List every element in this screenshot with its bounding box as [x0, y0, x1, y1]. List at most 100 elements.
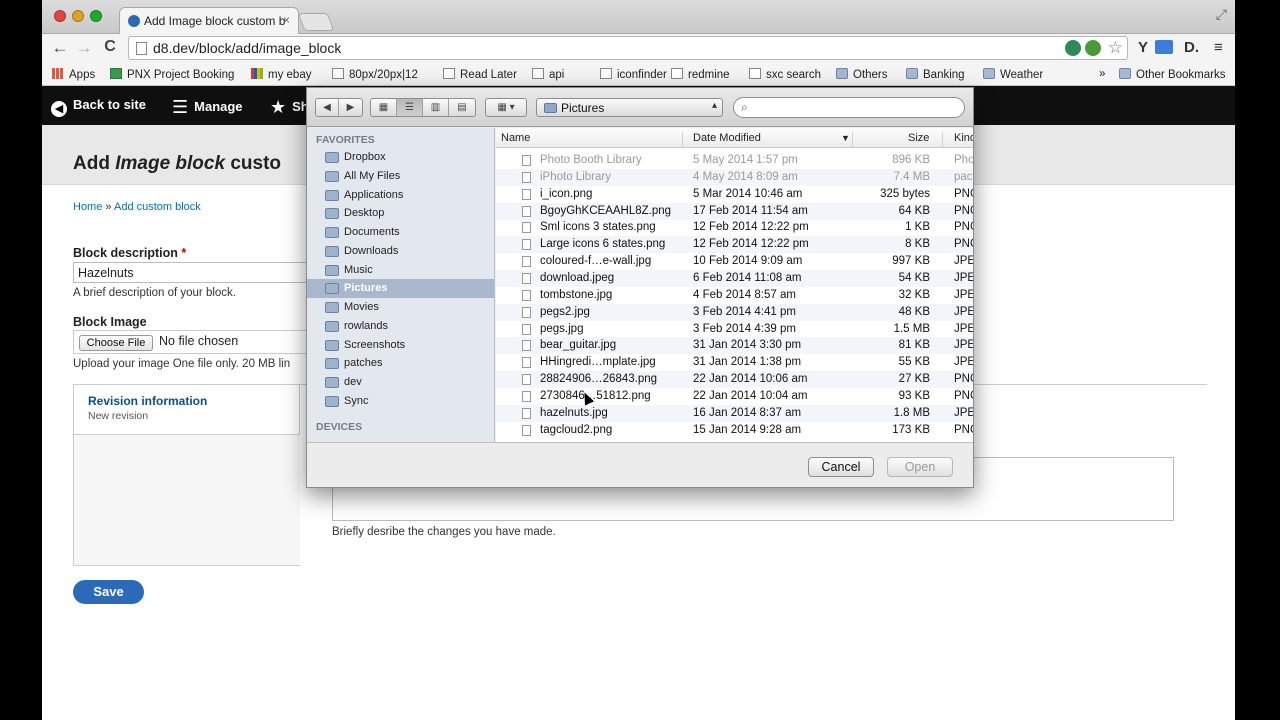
bookmark-item[interactable]: iconfinder [600, 68, 667, 81]
bookmark-item[interactable]: Banking [906, 68, 965, 81]
size-column-header[interactable]: Size [908, 132, 929, 144]
file-row[interactable]: 2730846…51812.png 22 Jan 2014 10:04 am 93 … [496, 388, 973, 405]
sidebar-item[interactable]: Documents [307, 223, 494, 242]
file-row[interactable]: Sml icons 3 states.png 12 Feb 2014 12:22 … [496, 219, 973, 236]
save-button[interactable]: Save [73, 580, 144, 604]
shortcuts-link[interactable]: ★ Sh [270, 97, 309, 118]
back-icon[interactable]: ◀ [316, 99, 339, 116]
file-date: 4 Feb 2014 8:57 am [693, 288, 796, 301]
bookmark-item[interactable]: Apps [52, 68, 95, 81]
file-row[interactable]: Photo Booth Library 5 May 2014 1:57 pm 896… [496, 152, 973, 169]
sidebar-item[interactable]: Screenshots [307, 336, 494, 355]
other-bookmarks-label: Other Bookmarks [1136, 69, 1226, 81]
icon-view-icon[interactable]: ▦ [371, 99, 397, 116]
bookmark-item[interactable]: api [532, 68, 564, 81]
bookmark-item[interactable]: sxc search [749, 68, 821, 81]
folder-icon [325, 264, 339, 276]
d-extension-icon[interactable]: D. [1184, 39, 1199, 56]
manage-link[interactable]: ☰ Manage [172, 97, 243, 118]
file-row[interactable]: download.jpeg 6 Feb 2014 11:08 am 54 KB JPE… [496, 269, 973, 287]
column-view-icon[interactable]: ▥ [423, 99, 449, 116]
file-list: Name Date Modified ▼ Size Kind Photo Boo… [496, 128, 973, 442]
back-to-site-link[interactable]: ◀ Back to site [51, 97, 146, 117]
location-popup[interactable]: Pictures ▴ [536, 98, 723, 117]
sidebar-item[interactable]: Dropbox [307, 148, 494, 167]
kind-column-header[interactable]: Kind [954, 132, 973, 144]
file-row[interactable]: 28824906…26843.png 22 Jan 2014 10:06 am 27… [496, 371, 973, 389]
cancel-button[interactable]: Cancel [808, 457, 874, 477]
bookmark-item[interactable]: my ebay [251, 68, 311, 81]
arrange-button[interactable]: ▦ ▾ [485, 98, 527, 117]
fullscreen-icon[interactable]: ⤢ [1216, 6, 1227, 23]
screen-extension-icon[interactable] [1155, 40, 1173, 54]
file-row[interactable]: bear_guitar.jpg 31 Jan 2014 3:30 pm 81 KB J… [496, 337, 973, 355]
list-view-icon[interactable]: ☰ [397, 99, 423, 116]
sidebar-item[interactable]: All My Files [307, 167, 494, 186]
bookmark-item[interactable]: redmine [671, 68, 730, 81]
folder-icon [325, 283, 339, 295]
sync-extension-icon[interactable] [1065, 40, 1081, 56]
search-input[interactable]: ⌕ [733, 97, 965, 118]
block-description-input[interactable]: Hazelnuts [73, 262, 313, 283]
url-text: d8.dev/block/add/image_block [153, 40, 342, 56]
y-extension-icon[interactable]: Y [1138, 39, 1148, 56]
sidebar-item[interactable]: rowlands [307, 317, 494, 336]
file-name: Photo Booth Library [540, 154, 642, 166]
new-tab-button[interactable] [297, 13, 335, 31]
coverflow-view-icon[interactable]: ▤ [449, 99, 475, 116]
file-row[interactable]: iPhoto Library 4 May 2014 8:09 am 7.4 MB pa… [496, 168, 973, 186]
other-bookmarks-folder[interactable]: Other Bookmarks [1119, 68, 1225, 81]
address-bar[interactable]: d8.dev/block/add/image_block ☆ [128, 36, 1128, 60]
file-row[interactable]: pegs.jpg 3 Feb 2014 4:39 pm 1.5 MB JPEC [496, 321, 973, 338]
bookmark-item[interactable]: Weather [983, 68, 1043, 81]
forward-arrow-icon[interactable]: → [74, 38, 94, 58]
file-row[interactable]: tagcloud2.png 15 Jan 2014 9:28 am 173 KB PN… [496, 422, 973, 439]
choose-file-button[interactable]: Choose File [79, 335, 153, 351]
star-icon: ★ [270, 97, 287, 117]
sidebar-item[interactable]: Pictures [307, 279, 494, 299]
file-row[interactable]: pegs2.jpg 3 Feb 2014 4:41 pm 48 KB JPEC [496, 303, 973, 321]
sidebar-item[interactable]: Downloads [307, 242, 494, 261]
back-forward-segment[interactable]: ◀ ▶ [315, 98, 363, 117]
browser-tab[interactable]: Add Image block custom b × [119, 7, 299, 34]
menu-icon[interactable]: ≡ [1214, 39, 1223, 56]
sidebar-item[interactable]: Desktop [307, 204, 494, 223]
sidebar-item[interactable]: Applications [307, 186, 494, 205]
open-button[interactable]: Open [887, 457, 953, 477]
bookmark-label: iconfinder [617, 69, 667, 81]
bookmark-item[interactable]: 80px/20px|12 [332, 68, 418, 81]
file-row[interactable]: i_icon.png 5 Mar 2014 10:46 am 325 bytes PN… [496, 186, 973, 203]
sidebar-item[interactable]: Movies [307, 298, 494, 317]
file-size: 1.5 MB [893, 322, 930, 335]
tab-close-icon[interactable]: × [283, 13, 290, 27]
gear-extension-icon[interactable] [1085, 40, 1101, 56]
bookmarks-overflow-button[interactable]: » [1099, 68, 1105, 80]
minimize-window-button[interactable] [72, 10, 84, 22]
sidebar-item[interactable]: patches [307, 354, 494, 373]
close-window-button[interactable] [54, 10, 66, 22]
file-row[interactable]: tombstone.jpg 4 Feb 2014 8:57 am 32 KB JPEC [496, 287, 973, 304]
bookmark-item[interactable]: PNX Project Booking [110, 68, 234, 81]
breadcrumb-current-link[interactable]: Add custom block [114, 201, 201, 213]
bookmark-item[interactable]: Others [836, 68, 888, 81]
file-row[interactable]: hazelnuts.jpg 16 Jan 2014 8:37 am 1.8 MB JP… [496, 404, 973, 422]
zoom-window-button[interactable] [90, 10, 102, 22]
forward-icon[interactable]: ▶ [339, 99, 362, 116]
breadcrumb-home-link[interactable]: Home [73, 201, 102, 213]
file-row[interactable]: BgoyGhKCEAAHL8Z.png 17 Feb 2014 11:54 am 6… [496, 202, 973, 220]
file-row[interactable]: HHingredi…mplate.jpg 31 Jan 2014 1:38 pm 5… [496, 354, 973, 371]
date-column-header[interactable]: Date Modified [693, 132, 761, 144]
back-arrow-icon[interactable]: ← [50, 38, 70, 58]
file-row[interactable]: coloured-f…e-wall.jpg 10 Feb 2014 9:09 am… [496, 253, 973, 270]
file-kind: JPEC [954, 288, 973, 301]
name-column-header[interactable]: Name [501, 132, 530, 144]
sidebar-item[interactable]: Music [307, 261, 494, 280]
reload-icon[interactable]: C [100, 38, 120, 56]
file-row[interactable]: Large icons 6 states.png 12 Feb 2014 12:2… [496, 236, 973, 254]
view-mode-segment[interactable]: ▦ ☰ ▥ ▤ [370, 98, 476, 117]
revision-tab[interactable]: Revision information New revision [74, 385, 300, 435]
sidebar-item[interactable]: Sync [307, 392, 494, 411]
sidebar-item[interactable]: dev [307, 373, 494, 392]
bookmark-star-icon[interactable]: ☆ [1108, 38, 1123, 58]
bookmark-item[interactable]: Read Later [443, 68, 517, 81]
